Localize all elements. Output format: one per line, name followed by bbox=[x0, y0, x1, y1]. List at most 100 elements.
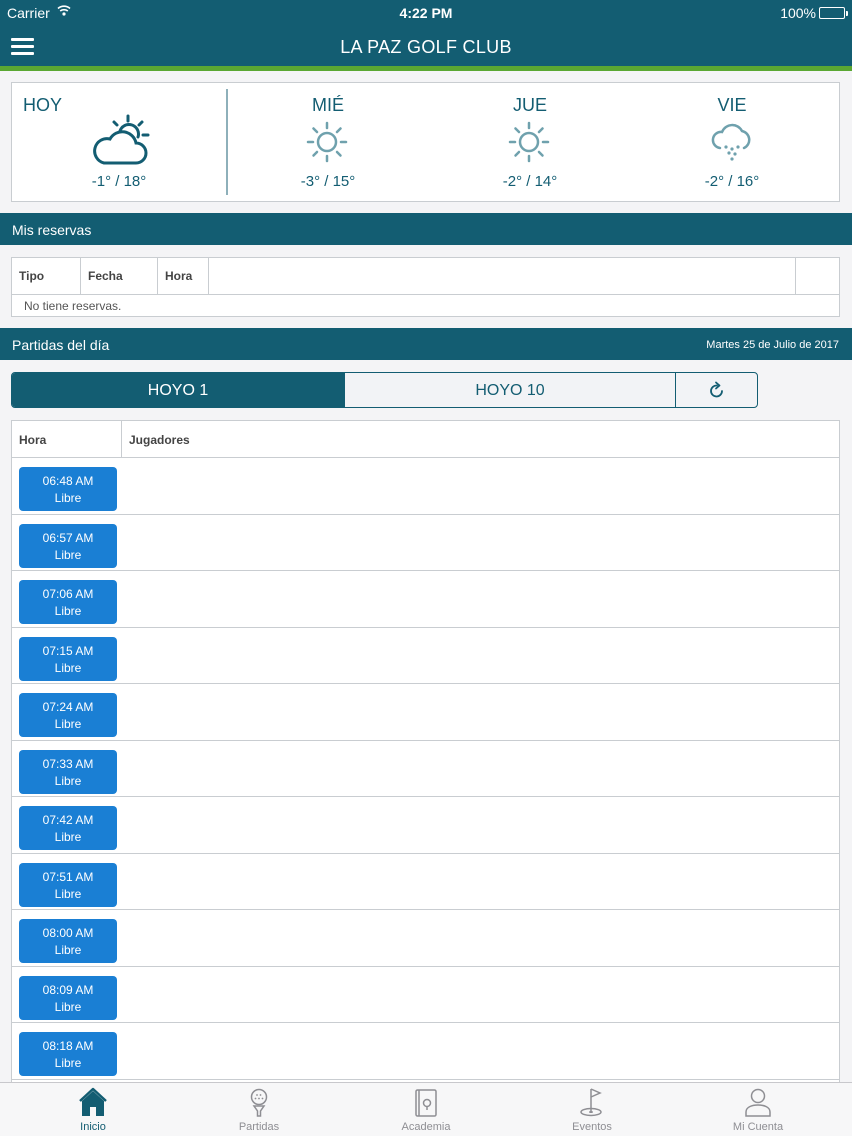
tee-time-label: 07:51 AM bbox=[42, 869, 94, 884]
column-header: Hora bbox=[12, 421, 122, 457]
tab-hoyo-10[interactable]: HOYO 10 bbox=[344, 373, 675, 407]
empty-message: No tiene reservas. bbox=[24, 299, 122, 313]
tab-label: Partidas bbox=[238, 1121, 280, 1133]
tee-time-button[interactable]: 08:09 AM Libre bbox=[19, 975, 117, 1020]
tab-mi-cuenta[interactable]: Mi Cuenta bbox=[673, 1083, 843, 1136]
weather-temp: -2° / 16° bbox=[704, 173, 760, 190]
table-row: 07:33 AM Libre bbox=[12, 741, 839, 797]
matches-date: Martes 25 de Julio de 2017 bbox=[706, 339, 839, 351]
tab-bar: Inicio Partidas Academia Eventos Mi Cuen… bbox=[0, 1082, 852, 1136]
table-row: 07:06 AM Libre bbox=[12, 571, 839, 628]
sun-icon bbox=[508, 121, 550, 168]
tee-time-button[interactable]: 08:18 AM Libre bbox=[19, 1032, 117, 1076]
home-icon bbox=[79, 1086, 107, 1118]
weather-temp: -1° / 18° bbox=[91, 173, 147, 190]
tee-time-label: 07:42 AM bbox=[42, 813, 94, 827]
tee-time-label: 07:33 AM bbox=[42, 756, 94, 771]
table-row: 08:18 AM Libre bbox=[12, 1023, 839, 1080]
table-row: 06:48 AM Libre bbox=[12, 458, 839, 515]
tee-time-button[interactable]: 07:06 AM Libre bbox=[19, 580, 117, 624]
tee-time-button[interactable]: 08:00 AM Libre bbox=[19, 919, 117, 963]
tee-time-button[interactable]: 06:48 AM Libre bbox=[19, 467, 117, 511]
tab-hoyo-1[interactable]: HOYO 1 bbox=[12, 373, 344, 407]
tee-time-status: Libre bbox=[54, 547, 82, 562]
tab-academia[interactable]: Academia bbox=[341, 1083, 511, 1136]
tab-label: Eventos bbox=[572, 1121, 612, 1133]
tee-time-button[interactable]: 07:15 AM Libre bbox=[19, 636, 117, 681]
tee-time-label: 08:18 AM bbox=[42, 1039, 94, 1053]
tee-time-status: Libre bbox=[54, 830, 82, 844]
tee-time-status: Libre bbox=[54, 886, 82, 901]
tee-time-label: 06:57 AM bbox=[42, 530, 94, 545]
tee-times-table: Hora Jugadores 06:48 AM Libre 06:57 AM Libr… bbox=[11, 420, 840, 1082]
weather-day-3: VIE -2° / 16° bbox=[632, 83, 832, 201]
tee-time-status: Libre bbox=[54, 1056, 82, 1070]
tee-time-label: 07:15 AM bbox=[42, 643, 94, 658]
user-icon bbox=[744, 1086, 772, 1118]
tee-time-button[interactable]: 07:33 AM Libre bbox=[19, 749, 117, 794]
weather-panel: HOY -1° / 18° MIÉ -3° / 15° JUE -2° / 14… bbox=[11, 82, 840, 202]
battery-percent: 100% bbox=[780, 5, 816, 21]
matches-header: Partidas del día Martes 25 de Julio de 2… bbox=[0, 328, 852, 360]
accent-bar bbox=[0, 66, 852, 71]
tab-inicio[interactable]: Inicio bbox=[8, 1083, 178, 1136]
tee-time-status: Libre bbox=[54, 660, 82, 675]
hole-selector: HOYO 1 HOYO 10 bbox=[11, 372, 758, 408]
table-row: 07:15 AM Libre bbox=[12, 628, 839, 684]
golf-flag-icon bbox=[578, 1086, 606, 1118]
weather-day: MIÉ bbox=[311, 95, 344, 115]
tab-label: Inicio bbox=[80, 1121, 106, 1133]
tee-time-button[interactable]: 07:42 AM Libre bbox=[19, 806, 117, 850]
column-header: Tipo bbox=[12, 258, 81, 294]
table-row: 07:24 AM Libre bbox=[12, 684, 839, 741]
weather-today: HOY -1° / 18° bbox=[12, 83, 226, 201]
table-header: Hora Jugadores bbox=[12, 421, 839, 458]
weather-day: JUE bbox=[512, 95, 547, 115]
tee-time-status: Libre bbox=[54, 717, 82, 731]
weather-day: HOY bbox=[23, 95, 63, 115]
page-title: LA PAZ GOLF CLUB bbox=[340, 37, 512, 57]
column-header: Fecha bbox=[81, 258, 158, 294]
tee-time-label: 06:48 AM bbox=[42, 474, 94, 488]
tee-time-label: 08:09 AM bbox=[42, 982, 94, 997]
weather-temp: -3° / 15° bbox=[300, 173, 356, 190]
weather-day: VIE bbox=[717, 95, 747, 115]
nav-bar: LA PAZ GOLF CLUB bbox=[0, 24, 852, 66]
sun-icon bbox=[306, 121, 348, 168]
snow-cloud-icon bbox=[710, 121, 754, 168]
tab-eventos[interactable]: Eventos bbox=[507, 1083, 677, 1136]
table-row: 06:57 AM Libre bbox=[12, 515, 839, 571]
tee-time-status: Libre bbox=[54, 999, 82, 1014]
reservations-header: Mis reservas bbox=[0, 213, 852, 245]
tee-time-status: Libre bbox=[54, 491, 82, 505]
weather-temp: -2° / 14° bbox=[502, 173, 558, 190]
tee-time-label: 07:24 AM bbox=[42, 700, 94, 714]
weather-day-2: JUE -2° / 14° bbox=[430, 83, 630, 201]
tab-label: Mi Cuenta bbox=[732, 1121, 784, 1133]
section-title: Mis reservas bbox=[12, 222, 92, 238]
status-bar: Carrier 4:22 PM 100% bbox=[0, 0, 852, 24]
book-icon bbox=[412, 1086, 440, 1118]
table-header: Tipo Fecha Hora bbox=[12, 258, 839, 295]
status-time: 4:22 PM bbox=[399, 5, 453, 21]
tee-time-status: Libre bbox=[54, 604, 82, 618]
tee-time-button[interactable]: 06:57 AM Libre bbox=[19, 523, 117, 568]
golf-tee-icon bbox=[245, 1086, 273, 1118]
table-row: 07:51 AM Libre bbox=[12, 854, 839, 910]
column-header: Jugadores bbox=[129, 433, 190, 447]
tee-time-label: 08:00 AM bbox=[42, 926, 94, 940]
tee-time-button[interactable]: 07:51 AM Libre bbox=[19, 862, 117, 907]
reservations-table: Tipo Fecha Hora No tiene reservas. bbox=[11, 257, 840, 317]
tee-time-label: 07:06 AM bbox=[42, 587, 94, 601]
tab-label: Academia bbox=[401, 1121, 451, 1133]
section-title: Partidas del día bbox=[12, 337, 110, 353]
tee-time-status: Libre bbox=[54, 943, 82, 957]
refresh-button[interactable] bbox=[675, 373, 757, 407]
column-header: Hora bbox=[158, 258, 209, 294]
tee-time-button[interactable]: 07:24 AM Libre bbox=[19, 693, 117, 737]
tab-partidas[interactable]: Partidas bbox=[174, 1083, 344, 1136]
battery-icon bbox=[819, 7, 848, 19]
refresh-icon bbox=[709, 381, 725, 403]
table-row: 07:42 AM Libre bbox=[12, 797, 839, 854]
partly-cloudy-icon bbox=[90, 113, 154, 174]
